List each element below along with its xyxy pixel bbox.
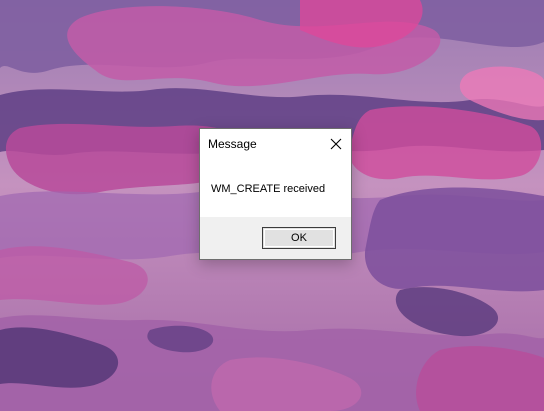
dialog-titlebar[interactable]: Message: [200, 129, 351, 160]
dialog-message: WM_CREATE received: [211, 183, 326, 195]
dialog-footer: OK: [200, 217, 351, 259]
dialog-title: Message: [208, 137, 257, 151]
close-icon: [330, 138, 342, 150]
dialog-content: WM_CREATE received: [200, 160, 351, 217]
message-dialog: Message WM_CREATE received OK: [199, 128, 352, 260]
ok-button[interactable]: OK: [262, 227, 336, 249]
desktop: Message WM_CREATE received OK: [0, 0, 544, 411]
close-button[interactable]: [321, 129, 351, 159]
